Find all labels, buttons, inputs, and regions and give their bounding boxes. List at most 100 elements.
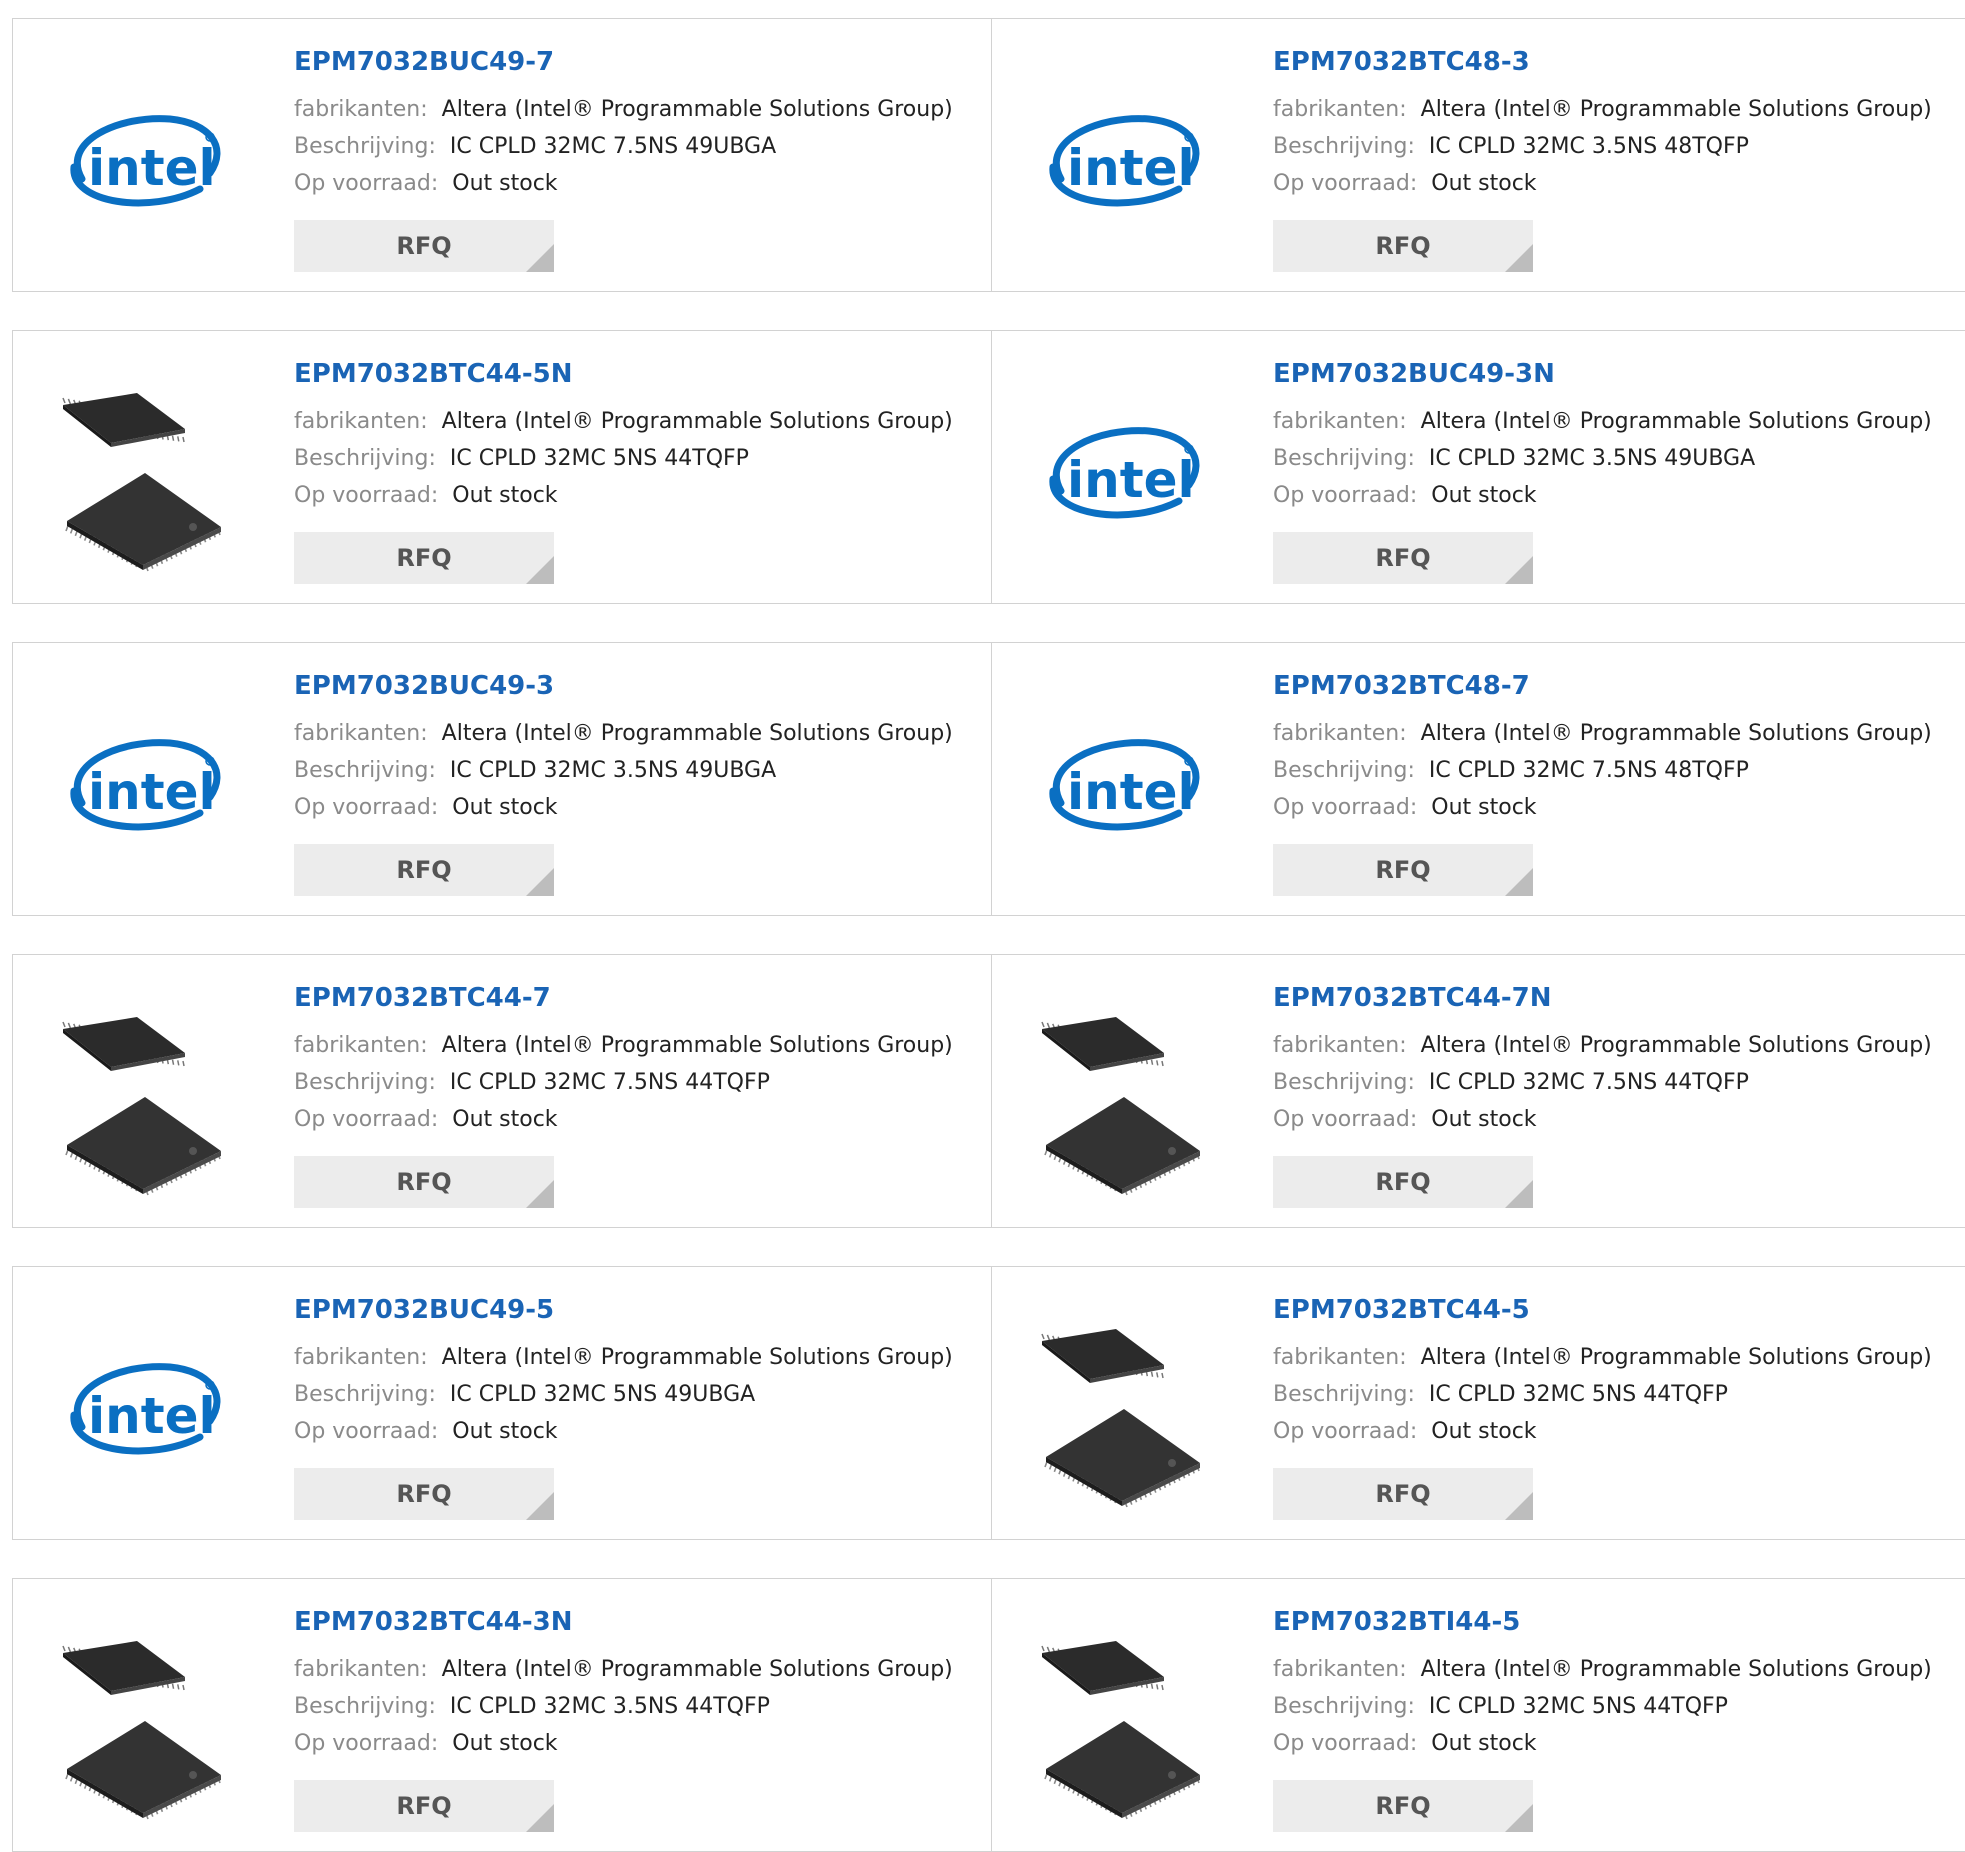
stock-label: Op voorraad: — [1273, 171, 1418, 196]
product-card: EPM7032BTC44-5 fabrikanten: Altera (Intel®… — [991, 1267, 1965, 1539]
manufacturer-value: Altera (Intel® Programmable Solutions Gr… — [441, 97, 953, 122]
manufacturer-value: Altera (Intel® Programmable Solutions Gr… — [1420, 1345, 1932, 1370]
stock-value: Out stock — [452, 795, 558, 820]
rfq-button[interactable]: RFQ — [1273, 1780, 1533, 1832]
rfq-button[interactable]: RFQ — [1273, 1156, 1533, 1208]
corner-triangle-icon — [526, 556, 554, 584]
description-label: Beschrijving: — [1273, 1382, 1415, 1407]
part-number-link[interactable]: EPM7032BTC48-3 — [1273, 47, 1530, 77]
stock-value: Out stock — [452, 171, 558, 196]
stock-value: Out stock — [452, 1107, 558, 1132]
manufacturer-label: fabrikanten: — [1273, 1345, 1407, 1370]
description-value: IC CPLD 32MC 3.5NS 44TQFP — [449, 1694, 770, 1719]
part-number-link[interactable]: EPM7032BUC49-3 — [294, 671, 554, 701]
description-value: IC CPLD 32MC 3.5NS 48TQFP — [1428, 134, 1749, 159]
manufacturer-line: fabrikanten: Altera (Intel® Programmable … — [1273, 721, 1932, 746]
stock-line: Op voorraad: Out stock — [294, 1107, 558, 1132]
svg-text:intel: intel — [1067, 139, 1195, 197]
description-label: Beschrijving: — [1273, 1694, 1415, 1719]
description-value: IC CPLD 32MC 7.5NS 49UBGA — [449, 134, 777, 159]
stock-label: Op voorraad: — [1273, 1731, 1418, 1756]
description-value: IC CPLD 32MC 5NS 44TQFP — [1428, 1382, 1728, 1407]
product-row: EPM7032BTC44-3N fabrikanten: Altera (Intel… — [12, 1578, 1965, 1852]
corner-triangle-icon — [526, 244, 554, 272]
rfq-label: RFQ — [396, 232, 452, 260]
manufacturer-value: Altera (Intel® Programmable Solutions Gr… — [1420, 97, 1932, 122]
manufacturer-value: Altera (Intel® Programmable Solutions Gr… — [1420, 721, 1932, 746]
manufacturer-label: fabrikanten: — [294, 1033, 428, 1058]
manufacturer-label: fabrikanten: — [294, 1345, 428, 1370]
part-number-link[interactable]: EPM7032BTI44-5 — [1273, 1607, 1520, 1637]
rfq-button[interactable]: RFQ — [294, 1156, 554, 1208]
manufacturer-line: fabrikanten: Altera (Intel® Programmable … — [1273, 1657, 1932, 1682]
part-number-link[interactable]: EPM7032BUC49-3N — [1273, 359, 1555, 389]
stock-value: Out stock — [1431, 483, 1537, 508]
rfq-button[interactable]: RFQ — [1273, 1468, 1533, 1520]
manufacturer-label: fabrikanten: — [294, 721, 428, 746]
product-card: EPM7032BTC44-7 fabrikanten: Altera (Intel®… — [13, 955, 991, 1227]
stock-line: Op voorraad: Out stock — [294, 1419, 558, 1444]
rfq-label: RFQ — [396, 1792, 452, 1820]
manufacturer-label: fabrikanten: — [294, 1657, 428, 1682]
description-value: IC CPLD 32MC 7.5NS 44TQFP — [1428, 1070, 1749, 1095]
stock-label: Op voorraad: — [294, 1107, 439, 1132]
rfq-button[interactable]: RFQ — [1273, 532, 1533, 584]
product-card: EPM7032BTC44-7N fabrikanten: Altera (Intel… — [991, 955, 1965, 1227]
description-value: IC CPLD 32MC 5NS 49UBGA — [449, 1382, 756, 1407]
rfq-button[interactable]: RFQ — [294, 1468, 554, 1520]
product-card: EPM7032BTI44-5 fabrikanten: Altera (Intel®… — [991, 1579, 1965, 1851]
chip-image — [43, 379, 243, 572]
part-number-link[interactable]: EPM7032BUC49-7 — [294, 47, 554, 77]
corner-triangle-icon — [1505, 1804, 1533, 1832]
manufacturer-label: fabrikanten: — [1273, 97, 1407, 122]
part-number-link[interactable]: EPM7032BTC44-5 — [1273, 1295, 1530, 1325]
description-label: Beschrijving: — [294, 1382, 436, 1407]
corner-triangle-icon — [526, 868, 554, 896]
description-label: Beschrijving: — [1273, 1070, 1415, 1095]
part-number-link[interactable]: EPM7032BTC44-7 — [294, 983, 551, 1013]
manufacturer-label: fabrikanten: — [1273, 409, 1407, 434]
part-number-link[interactable]: EPM7032BTC44-5N — [294, 359, 573, 389]
rfq-button[interactable]: RFQ — [294, 1780, 554, 1832]
chip-image — [43, 1003, 243, 1196]
description-line: Beschrijving: IC CPLD 32MC 7.5NS 44TQFP — [1273, 1070, 1749, 1095]
stock-value: Out stock — [1431, 171, 1537, 196]
manufacturer-label: fabrikanten: — [294, 409, 428, 434]
manufacturer-label: fabrikanten: — [1273, 1657, 1407, 1682]
product-card: intel EPM7032BUC49-7 fabrikanten: Altera (I… — [13, 19, 991, 291]
description-line: Beschrijving: IC CPLD 32MC 5NS 44TQFP — [294, 446, 749, 471]
stock-line: Op voorraad: Out stock — [1273, 483, 1537, 508]
rfq-button[interactable]: RFQ — [294, 844, 554, 896]
stock-label: Op voorraad: — [1273, 795, 1418, 820]
rfq-button[interactable]: RFQ — [294, 220, 554, 272]
manufacturer-label: fabrikanten: — [1273, 1033, 1407, 1058]
rfq-button[interactable]: RFQ — [1273, 844, 1533, 896]
description-line: Beschrijving: IC CPLD 32MC 7.5NS 44TQFP — [294, 1070, 770, 1095]
description-label: Beschrijving: — [294, 134, 436, 159]
manufacturer-line: fabrikanten: Altera (Intel® Programmable … — [1273, 1033, 1932, 1058]
stock-line: Op voorraad: Out stock — [1273, 1107, 1537, 1132]
manufacturer-value: Altera (Intel® Programmable Solutions Gr… — [1420, 1033, 1932, 1058]
manufacturer-value: Altera (Intel® Programmable Solutions Gr… — [441, 721, 953, 746]
intel-logo: intel — [43, 691, 243, 883]
manufacturer-line: fabrikanten: Altera (Intel® Programmable … — [294, 1033, 953, 1058]
manufacturer-value: Altera (Intel® Programmable Solutions Gr… — [1420, 1657, 1932, 1682]
intel-logo: intel — [1022, 67, 1222, 259]
stock-line: Op voorraad: Out stock — [294, 483, 558, 508]
rfq-label: RFQ — [1375, 1168, 1431, 1196]
stock-value: Out stock — [452, 483, 558, 508]
stock-label: Op voorraad: — [294, 171, 439, 196]
part-number-link[interactable]: EPM7032BUC49-5 — [294, 1295, 554, 1325]
description-line: Beschrijving: IC CPLD 32MC 3.5NS 49UBGA — [1273, 446, 1755, 471]
rfq-button[interactable]: RFQ — [1273, 220, 1533, 272]
rfq-button[interactable]: RFQ — [294, 532, 554, 584]
svg-text:intel: intel — [1067, 451, 1195, 509]
chip-image — [1022, 1627, 1222, 1820]
manufacturer-value: Altera (Intel® Programmable Solutions Gr… — [441, 1033, 953, 1058]
part-number-link[interactable]: EPM7032BTC48-7 — [1273, 671, 1530, 701]
manufacturer-value: Altera (Intel® Programmable Solutions Gr… — [1420, 409, 1932, 434]
rfq-label: RFQ — [1375, 232, 1431, 260]
description-value: IC CPLD 32MC 5NS 44TQFP — [449, 446, 749, 471]
part-number-link[interactable]: EPM7032BTC44-3N — [294, 1607, 573, 1637]
part-number-link[interactable]: EPM7032BTC44-7N — [1273, 983, 1552, 1013]
